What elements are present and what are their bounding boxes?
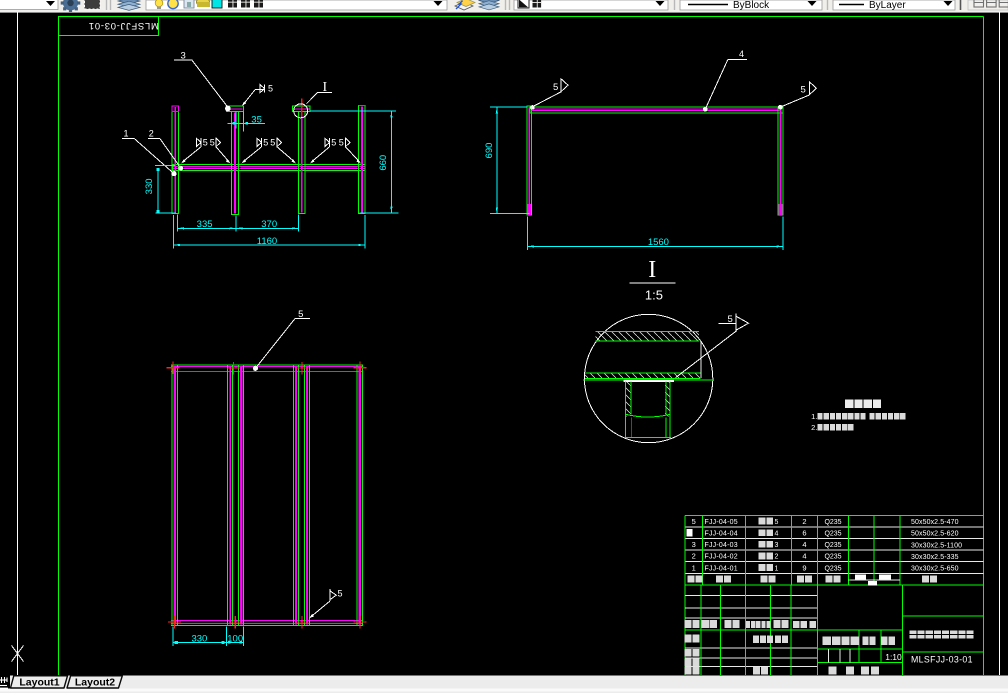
svg-text:30x30x2.5-1100: 30x30x2.5-1100 (911, 542, 962, 549)
svg-text:5: 5 (270, 138, 275, 148)
svg-text:Q235: Q235 (824, 565, 841, 572)
svg-text:1: 1 (124, 129, 129, 139)
svg-text:Layout1: Layout1 (19, 677, 59, 689)
svg-text:5: 5 (203, 138, 208, 148)
svg-text:4: 4 (802, 552, 806, 561)
svg-text:FJJ-04-02: FJJ-04-02 (705, 554, 738, 561)
svg-text:4: 4 (739, 49, 744, 59)
svg-text:Q235: Q235 (824, 531, 841, 538)
svg-text:330: 330 (191, 633, 207, 644)
svg-text:9: 9 (802, 563, 806, 572)
svg-text:MLSFJJ-03-01: MLSFJJ-03-01 (911, 654, 973, 664)
svg-text:2.: 2. (811, 423, 817, 432)
svg-text:50x50x2.5-620: 50x50x2.5-620 (911, 531, 959, 538)
svg-text:35: 35 (251, 115, 262, 126)
svg-text:5: 5 (339, 138, 344, 148)
svg-text:5: 5 (210, 138, 215, 148)
svg-text:1: 1 (692, 563, 696, 572)
svg-text:2: 2 (802, 517, 806, 526)
svg-text:Q235: Q235 (824, 519, 841, 526)
svg-text:100: 100 (227, 633, 243, 644)
svg-text:5: 5 (692, 517, 696, 526)
svg-text:1:5: 1:5 (645, 288, 663, 303)
svg-text:Q235: Q235 (824, 554, 841, 561)
svg-text:2: 2 (692, 552, 696, 561)
svg-text:660: 660 (378, 155, 389, 171)
svg-text:5: 5 (775, 519, 779, 526)
svg-text:4: 4 (775, 531, 779, 538)
svg-text:1.: 1. (811, 412, 817, 421)
svg-text:2: 2 (775, 554, 779, 561)
svg-text:5: 5 (263, 138, 268, 148)
svg-text:6: 6 (802, 529, 806, 538)
svg-text:FJJ-04-04: FJJ-04-04 (705, 531, 738, 538)
svg-text:5: 5 (268, 83, 273, 93)
svg-text:30x30x2.5-650: 30x30x2.5-650 (911, 566, 959, 573)
svg-text:FJJ-04-03: FJJ-04-03 (705, 542, 738, 549)
svg-text:I: I (648, 257, 656, 283)
svg-text:1560: 1560 (648, 237, 669, 248)
svg-text:330: 330 (144, 178, 155, 194)
svg-text:1160: 1160 (257, 236, 277, 247)
svg-text:2: 2 (149, 129, 154, 139)
svg-text:5: 5 (331, 138, 336, 148)
svg-text:3: 3 (692, 540, 696, 549)
svg-text:ByBlock: ByBlock (733, 0, 770, 11)
svg-text:50x50x2.5-470: 50x50x2.5-470 (911, 519, 959, 526)
svg-text:5: 5 (553, 82, 558, 93)
svg-text:5: 5 (338, 589, 343, 599)
svg-text:FJJ-04-01: FJJ-04-01 (705, 565, 738, 572)
svg-text:Q235: Q235 (824, 542, 841, 549)
svg-text:3: 3 (775, 542, 779, 549)
svg-text:5: 5 (801, 85, 806, 96)
svg-text:370: 370 (261, 219, 277, 230)
svg-text:FJJ-04-05: FJJ-04-05 (705, 519, 738, 526)
svg-text:30x30x2.5-335: 30x30x2.5-335 (911, 554, 959, 561)
svg-text:335: 335 (197, 219, 213, 230)
svg-text:ByLayer: ByLayer (869, 0, 906, 11)
svg-text:1:10: 1:10 (885, 652, 902, 662)
svg-text:Layout2: Layout2 (75, 677, 115, 689)
svg-text:4: 4 (802, 540, 806, 549)
svg-text:MLSFJJ-03-01: MLSFJJ-03-01 (88, 20, 159, 31)
svg-text:1: 1 (775, 565, 779, 572)
svg-text:690: 690 (484, 143, 495, 159)
